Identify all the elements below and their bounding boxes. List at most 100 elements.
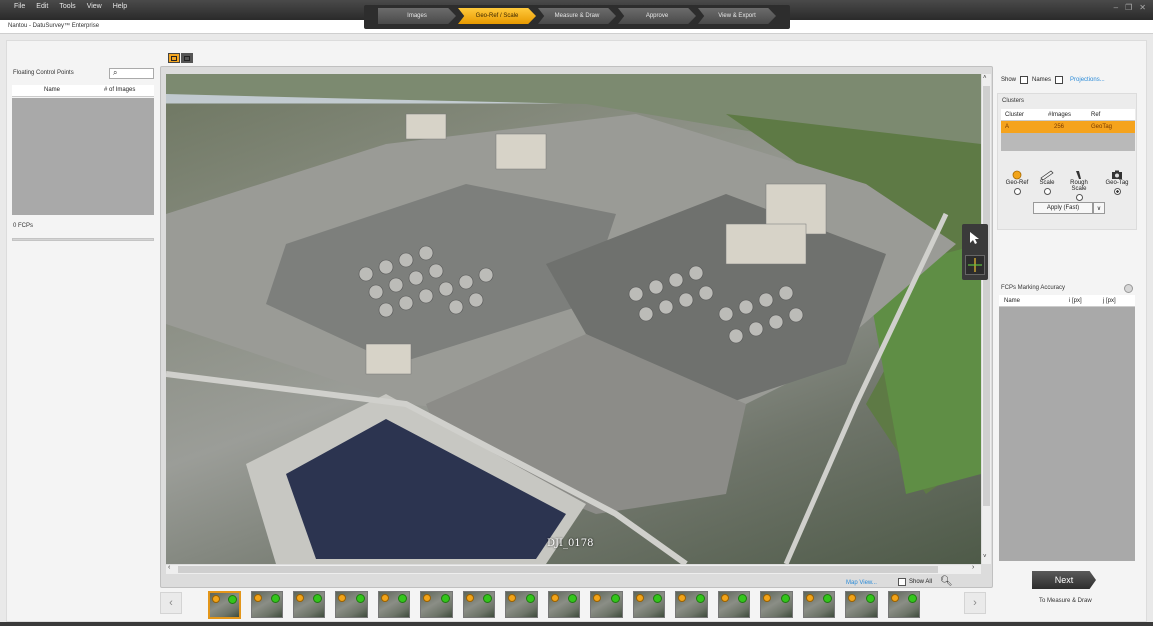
select-tool-button[interactable] (965, 228, 985, 248)
geo-ref-radio[interactable] (1013, 188, 1021, 195)
apply-dropdown[interactable]: ∨ (1093, 202, 1105, 214)
menu-help[interactable]: Help (113, 3, 127, 10)
accuracy-title: FCPs Marking Accuracy (1001, 285, 1066, 291)
filmstrip-thumbnail[interactable] (420, 591, 453, 618)
col-images[interactable]: #Images (1048, 112, 1071, 118)
status-ok-icon (313, 594, 323, 603)
fcp-col-images[interactable]: # of Images (104, 87, 135, 93)
step-geo-ref-scale[interactable]: Geo-Ref / Scale (458, 8, 536, 24)
filmstrip-thumbnail[interactable] (802, 591, 836, 618)
aerial-photo[interactable] (166, 74, 981, 564)
geotag-pin-icon (380, 594, 389, 602)
image-viewer: DJI_0178 ˄ ˅ ‹ › (160, 66, 993, 588)
restore-icon[interactable]: ❐ (1125, 4, 1132, 12)
close-icon[interactable]: ✕ (1139, 4, 1146, 12)
acc-col-name[interactable]: Name (1004, 298, 1020, 304)
single-view-icon (171, 55, 177, 61)
pointer-icon (970, 232, 979, 244)
status-ok-icon (738, 594, 748, 603)
filmstrip-thumbnail[interactable] (505, 591, 538, 618)
col-ref[interactable]: Ref (1091, 112, 1100, 118)
filmstrip-thumbnail[interactable] (208, 591, 241, 619)
show-all-checkbox[interactable] (898, 578, 906, 586)
clusters-table: Cluster #Images Ref A 256 GeoTag (1001, 109, 1135, 151)
filmstrip-thumbnail[interactable] (760, 591, 793, 618)
step-approve[interactable]: Approve (618, 8, 696, 24)
filmstrip-thumbnail[interactable] (547, 591, 581, 618)
filmstrip-thumbnail[interactable] (887, 591, 920, 618)
status-ok-icon (568, 594, 578, 603)
menu-view[interactable]: View (87, 3, 102, 10)
cluster-row[interactable]: A 256 GeoTag (1001, 121, 1135, 133)
accuracy-toggle-icon[interactable] (1124, 284, 1133, 293)
geo-tag-label: Geo-Tag (1105, 180, 1129, 186)
fcp-col-name[interactable]: Name (44, 87, 60, 93)
geotag-pin-icon (635, 594, 644, 602)
filmstrip-thumbnail[interactable] (632, 591, 666, 618)
status-ok-icon (780, 594, 790, 603)
single-view-button[interactable] (168, 53, 180, 63)
status-ok-icon (440, 594, 450, 603)
geo-tag-option[interactable]: Geo-Tag (1100, 170, 1134, 195)
fcp-list[interactable] (12, 98, 154, 215)
vertical-scrollbar[interactable]: ˄ ˅ (982, 74, 991, 564)
filmstrip-thumbnail[interactable] (675, 591, 708, 618)
projections-link[interactable]: Projections... (1070, 77, 1105, 83)
acc-col-j[interactable]: j [px] (1103, 298, 1116, 304)
vertical-scroll-thumb[interactable] (983, 86, 990, 506)
rough-scale-radio[interactable] (1075, 194, 1083, 201)
minimize-icon[interactable]: – (1114, 4, 1118, 12)
cluster-name: A (1005, 124, 1010, 130)
step-images[interactable]: Images (378, 8, 456, 24)
scroll-left-icon[interactable]: ‹ (168, 564, 170, 571)
grid-view-button[interactable] (181, 53, 193, 63)
menu-tools[interactable]: Tools (59, 3, 75, 10)
ruler-icon (1040, 170, 1054, 180)
add-point-tool-button[interactable] (965, 255, 985, 275)
filmstrip-thumbnail[interactable] (717, 591, 751, 618)
filmstrip-thumbnail[interactable] (590, 591, 623, 618)
horizontal-scroll-thumb[interactable] (178, 566, 938, 573)
filmstrip-thumbnail[interactable] (335, 591, 368, 618)
filmstrip-thumbnail[interactable] (250, 591, 283, 618)
filmstrip-thumbnail[interactable] (377, 591, 411, 618)
step-measure-draw[interactable]: Measure & Draw (538, 8, 616, 24)
search-icon: ⌕ (113, 68, 118, 77)
clusters-empty-area (1001, 133, 1135, 151)
reference-tools: Geo-Ref Scale Rough Scale Geo-Tag (1000, 170, 1136, 201)
horizontal-scrollbar[interactable]: ‹ › (166, 564, 981, 574)
rough-scale-option[interactable]: Rough Scale (1062, 170, 1096, 201)
projections-checkbox[interactable] (1055, 76, 1064, 84)
col-cluster[interactable]: Cluster (1005, 112, 1024, 118)
status-ok-icon (695, 594, 705, 603)
step-view-export[interactable]: View & Export (698, 8, 776, 24)
scale-option[interactable]: Scale (1030, 170, 1064, 195)
accuracy-list[interactable] (999, 307, 1135, 561)
zoom-in-icon[interactable]: 🔍︎ (940, 576, 953, 587)
menu-edit[interactable]: Edit (36, 3, 48, 10)
status-ok-icon (355, 594, 365, 603)
scroll-down-icon[interactable]: ˅ (983, 554, 987, 560)
geo-ref-option[interactable]: Geo-Ref (1000, 170, 1034, 195)
menu-file[interactable]: File (14, 3, 25, 10)
filmstrip-next-button[interactable]: › (964, 592, 986, 614)
chevron-right-icon: › (973, 597, 977, 609)
geo-tag-radio[interactable] (1113, 188, 1121, 195)
geotag-pin-icon (465, 594, 474, 602)
scroll-right-icon[interactable]: › (972, 564, 974, 571)
filmstrip-thumbnail[interactable] (845, 591, 878, 618)
next-button[interactable]: Next (1032, 571, 1096, 589)
names-checkbox[interactable] (1020, 76, 1029, 84)
filmstrip-thumbnail[interactable] (292, 591, 326, 618)
status-ok-icon (865, 594, 875, 603)
acc-col-i[interactable]: i [px] (1069, 298, 1082, 304)
scale-radio[interactable] (1043, 188, 1051, 195)
filmstrip-thumbnail[interactable] (462, 591, 496, 618)
fcp-search-input[interactable]: ⌕ (109, 68, 154, 79)
fcp-splitter[interactable] (12, 238, 154, 241)
scroll-up-icon[interactable]: ˄ (983, 75, 987, 81)
apply-button[interactable]: Apply (Fast) (1033, 202, 1093, 214)
show-all-toggle[interactable]: Show All (898, 578, 932, 586)
map-view-link[interactable]: Map View... (846, 580, 877, 586)
filmstrip-prev-button[interactable]: ‹ (160, 592, 182, 614)
